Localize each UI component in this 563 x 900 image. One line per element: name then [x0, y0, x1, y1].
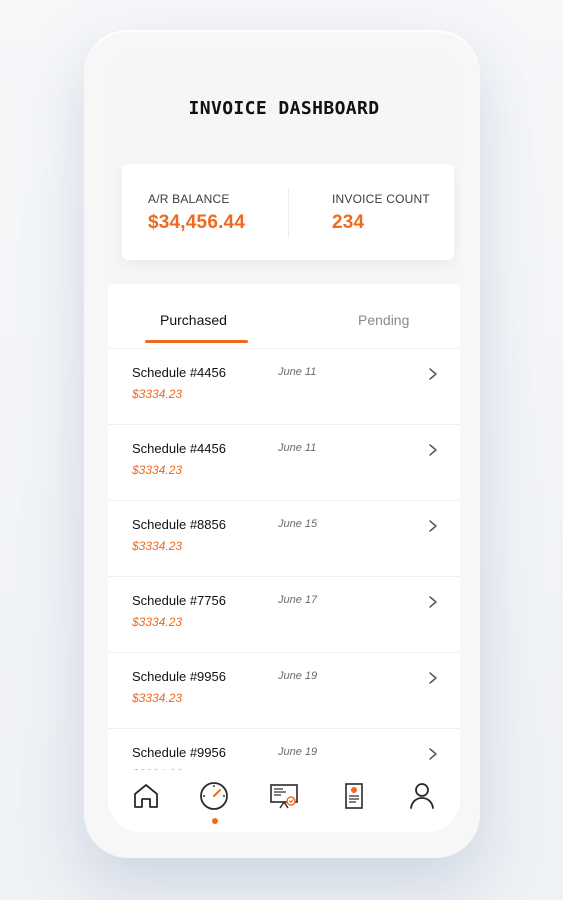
invoice-amount: $3334.23: [132, 539, 183, 553]
invoice-amount: $3334.23: [132, 615, 183, 629]
invoice-name: Schedule #9956: [132, 745, 226, 760]
tab-pending[interactable]: Pending: [358, 312, 409, 328]
presentation-icon: [270, 784, 298, 809]
nav-profile[interactable]: [404, 778, 440, 814]
chevron-right-icon: [429, 368, 437, 380]
ar-balance-label: A/R BALANCE: [148, 192, 230, 206]
summary-divider: [288, 188, 289, 238]
invoice-amount: $3334.23: [132, 387, 183, 401]
nav-dashboard[interactable]: [196, 778, 232, 814]
invoice-row[interactable]: Schedule #8856 June 15 $3334.23: [108, 501, 460, 577]
invoice-count-label: INVOICE COUNT: [332, 192, 430, 206]
home-icon: [134, 784, 158, 808]
nav-documents[interactable]: [336, 778, 372, 814]
active-nav-indicator: [212, 818, 218, 824]
invoice-count-metric: INVOICE COUNT 234: [332, 192, 430, 234]
invoice-tabs: Purchased Pending: [108, 300, 460, 349]
chevron-right-icon: [429, 444, 437, 456]
page-title: INVOICE DASHBOARD: [188, 98, 380, 119]
invoice-name: Schedule #8856: [132, 517, 226, 532]
invoice-name: Schedule #4456: [132, 365, 226, 380]
invoice-name: Schedule #9956: [132, 669, 226, 684]
chevron-right-icon: [429, 672, 437, 684]
active-tab-indicator: [145, 340, 248, 343]
nav-home[interactable]: [128, 778, 164, 814]
invoice-amount: $3334.23: [132, 691, 183, 705]
chevron-right-icon: [429, 520, 437, 532]
invoice-row[interactable]: Schedule #4456 June 11 $3334.23: [108, 425, 460, 501]
invoice-count-value: 234: [332, 212, 365, 233]
invoice-date: June 17: [278, 594, 318, 606]
invoice-date: June 11: [278, 442, 317, 454]
chevron-right-icon: [429, 596, 437, 608]
invoice-date: June 11: [278, 366, 317, 378]
summary-card: A/R BALANCE $34,456.44 INVOICE COUNT 234: [122, 164, 454, 260]
ar-balance-value: $34,456.44: [148, 212, 246, 233]
nav-reports[interactable]: [266, 778, 302, 814]
invoice-list: Schedule #4456 June 11 $3334.23 Schedule…: [108, 349, 460, 779]
invoice-row[interactable]: Schedule #7756 June 17 $3334.23: [108, 577, 460, 653]
speedometer-icon: [200, 782, 228, 810]
invoice-date: June 19: [278, 670, 318, 682]
user-icon: [410, 783, 434, 809]
phone-frame: INVOICE DASHBOARD A/R BALANCE $34,456.44…: [84, 30, 480, 858]
invoice-date: June 15: [278, 518, 318, 530]
invoice-date: June 19: [278, 746, 318, 758]
invoice-amount: $3334.23: [132, 463, 183, 477]
invoice-name: Schedule #7756: [132, 593, 226, 608]
invoice-row[interactable]: Schedule #4456 June 11 $3334.23: [108, 349, 460, 425]
tab-purchased[interactable]: Purchased: [160, 312, 227, 328]
chevron-right-icon: [429, 748, 437, 760]
app-screen: INVOICE DASHBOARD A/R BALANCE $34,456.44…: [108, 52, 460, 832]
invoice-name: Schedule #4456: [132, 441, 226, 456]
dashboard-header: INVOICE DASHBOARD A/R BALANCE $34,456.44…: [108, 52, 460, 284]
invoice-row[interactable]: Schedule #9956 June 19 $3334.23: [108, 653, 460, 729]
bottom-navigation: [108, 770, 460, 832]
document-icon: [345, 783, 363, 809]
ar-balance-metric: A/R BALANCE $34,456.44: [148, 192, 245, 234]
